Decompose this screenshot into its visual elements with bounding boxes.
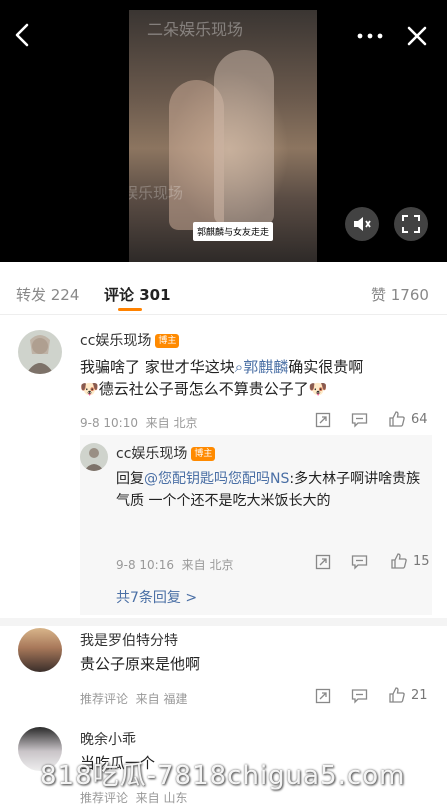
section-divider — [0, 618, 447, 626]
mention-link[interactable]: @您配钥匙吗您配吗NS — [144, 471, 289, 487]
comment-meta: 9-8 10:10 来自 北京 — [80, 414, 197, 431]
more-icon[interactable] — [355, 28, 385, 42]
reply-prefix: 回复 — [116, 471, 144, 487]
comment-location: 来自 福建 — [135, 692, 188, 706]
share-icon — [315, 688, 331, 704]
fullscreen-icon[interactable] — [394, 207, 428, 241]
author-name[interactable]: cc娱乐现场 — [80, 333, 151, 349]
topic-link[interactable]: ⌕郭麒麟 — [235, 358, 288, 376]
like-icon — [389, 687, 405, 703]
comment-text-part: 我骗啥了 家世才华这块 — [80, 358, 235, 376]
comment-text: 贵公子原来是他啊 — [80, 655, 201, 673]
avatar[interactable] — [18, 628, 62, 672]
author-name[interactable]: 我是罗伯特分特 — [80, 630, 178, 650]
share-icon — [315, 554, 331, 570]
comment-time: 9-8 10:10 — [80, 416, 138, 430]
author-badge: 博主 — [155, 334, 180, 348]
mute-icon[interactable] — [345, 207, 379, 241]
reply-text: 回复@您配钥匙吗您配吗NS:多大林子啊讲啥贵族气质 一个个还不是吃大米饭长大的 — [116, 468, 426, 512]
like-button[interactable]: 21 — [388, 686, 428, 704]
avatar[interactable] — [80, 443, 108, 471]
reply-author[interactable]: cc娱乐现场 博主 — [116, 443, 216, 463]
search-icon: ⌕ — [234, 358, 244, 376]
site-watermark: 818吃瓜-7818chigua5.com — [40, 761, 406, 791]
comment-icon — [351, 689, 368, 704]
video-watermark-mid: 娱乐现场 — [129, 184, 184, 202]
reply-time: 9-8 10:16 — [116, 558, 174, 572]
emoji-doge-icon: 🐶 — [80, 380, 99, 398]
comment-text-part: 确实很贵啊 — [288, 358, 364, 376]
video-figure-right — [214, 50, 274, 225]
close-icon[interactable] — [405, 24, 429, 48]
avatar[interactable] — [18, 330, 62, 374]
back-icon[interactable] — [10, 22, 36, 48]
comment-location: 来自 北京 — [145, 416, 198, 430]
reply-location: 来自 北京 — [181, 558, 234, 572]
reply-button[interactable] — [351, 554, 368, 570]
comment-location: 来自 山东 — [135, 791, 188, 805]
author-name[interactable]: cc娱乐现场 — [116, 446, 187, 462]
share-button[interactable] — [315, 688, 331, 704]
comment-recommend: 推荐评论 — [80, 692, 129, 706]
share-button[interactable] — [315, 554, 331, 570]
video-frame[interactable]: 二朵娱乐现场 娱乐现场 郭麒麟与女友走走 — [129, 10, 317, 262]
tab-like[interactable]: 赞 1760 — [371, 284, 429, 305]
like-icon — [391, 553, 407, 569]
like-count: 64 — [411, 411, 428, 427]
author-badge: 博主 — [191, 447, 216, 461]
comment-icon — [351, 413, 368, 428]
video-watermark-top: 二朵娱乐现场 — [147, 20, 244, 39]
share-button[interactable] — [315, 412, 331, 428]
like-button[interactable]: 15 — [390, 552, 430, 570]
tab-underline — [118, 308, 142, 311]
comment-text-part: 德云社公子哥怎么不算贵公子了 — [98, 380, 309, 398]
reply-meta: 9-8 10:16 来自 北京 — [116, 556, 233, 573]
comment-author[interactable]: cc娱乐现场 博主 — [80, 330, 180, 350]
topic-link-text[interactable]: 郭麒麟 — [243, 358, 288, 376]
emoji-doge-icon: 🐶 — [308, 380, 328, 398]
reply-button[interactable] — [351, 412, 368, 428]
video-player[interactable]: 二朵娱乐现场 娱乐现场 郭麒麟与女友走走 — [0, 0, 447, 262]
share-icon — [315, 412, 331, 428]
tab-repost[interactable]: 转发 224 — [16, 284, 79, 305]
comment-icon — [351, 555, 368, 570]
comment-recommend: 推荐评论 — [80, 791, 129, 805]
reply-button[interactable] — [351, 688, 368, 704]
like-icon — [389, 411, 405, 427]
like-count: 15 — [413, 553, 430, 569]
like-count: 21 — [411, 687, 428, 703]
like-button[interactable]: 64 — [388, 410, 428, 428]
comment-text: 我骗啥了 家世才华这块⌕郭麒麟确实很贵啊 🐶德云社公子哥怎么不算贵公子了🐶 — [80, 356, 430, 400]
tab-comment[interactable]: 评论 301 — [104, 284, 171, 305]
comment-meta: 推荐评论 来自 福建 — [80, 690, 187, 707]
video-caption: 郭麒麟与女友走走 — [193, 222, 274, 241]
author-name[interactable]: 晚余小乖 — [80, 729, 136, 749]
tab-bar: 转发 224 评论 301 赞 1760 — [0, 262, 447, 315]
more-replies-link[interactable]: 共7条回复 > — [116, 587, 197, 607]
reply-thread: cc娱乐现场 博主 回复@您配钥匙吗您配吗NS:多大林子啊讲啥贵族气质 一个个还不… — [80, 435, 432, 615]
